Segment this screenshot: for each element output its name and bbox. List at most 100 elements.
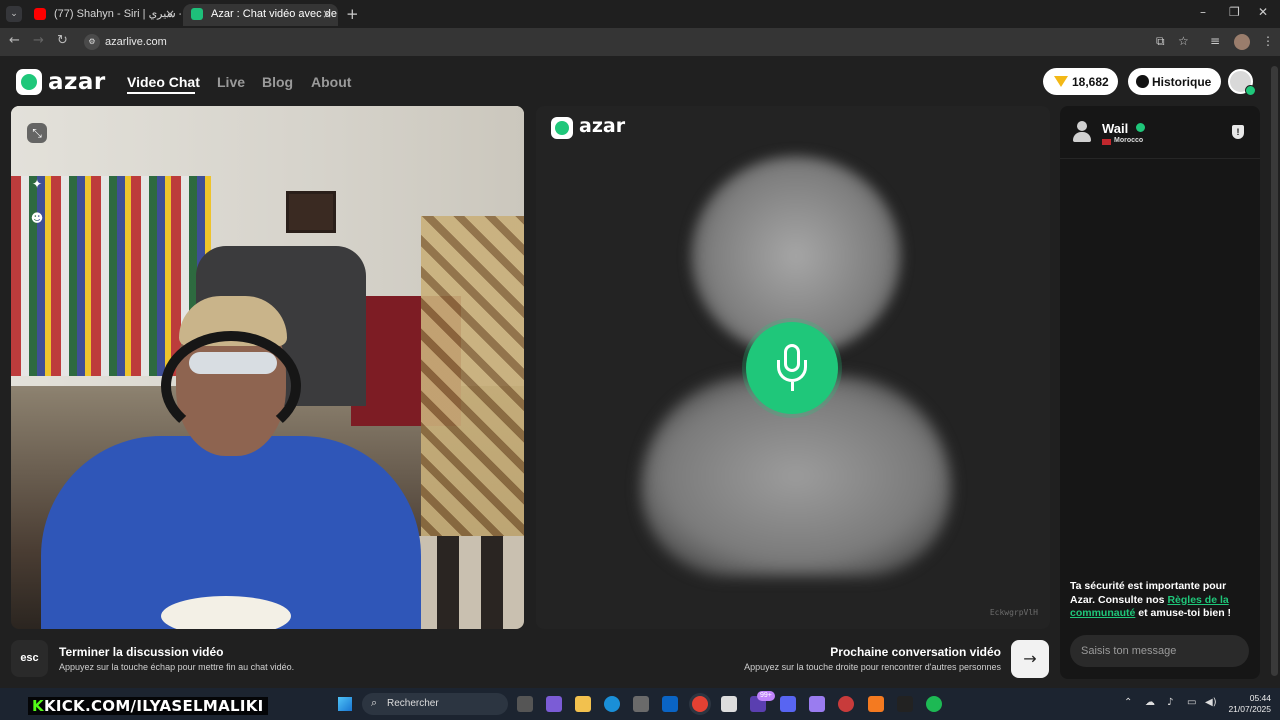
safety-text-end: et amuse-toi bien ! [1135,607,1232,619]
active-nav-underline [127,92,195,94]
copilot-icon[interactable] [546,696,562,712]
system-clock[interactable]: 05:44 21/07/2025 [1227,693,1271,715]
end-chat-title: Terminer la discussion vidéo [59,645,224,659]
tray-mic-icon[interactable]: ♪ [1167,697,1173,708]
history-button[interactable]: Historique [1128,68,1221,95]
verified-badge-icon [1136,123,1145,132]
tray-display-icon[interactable]: ▭ [1187,697,1196,708]
logo-text: azar [48,69,106,95]
partner-name[interactable]: Wail [1102,121,1128,136]
back-icon[interactable]: ← [9,33,20,48]
end-chat-button[interactable]: esc [11,640,48,677]
app-icon-red[interactable] [838,696,854,712]
browser-menu-icon[interactable]: ⋮ [1262,34,1274,48]
face-filter-icon[interactable]: ☻ [27,208,47,228]
minimize-camera-icon[interactable]: ⤡ [27,123,47,143]
store-icon[interactable] [633,696,649,712]
app-icon-orange[interactable] [868,696,884,712]
tab-search-icon[interactable]: ⌄ [6,6,22,22]
task-view-icon[interactable] [517,696,533,712]
kick-k: K [32,697,44,715]
azar-logo-icon [16,69,42,95]
profile-avatar[interactable] [1234,34,1250,50]
kick-url: KICK.COM/ILYASELMALIKI [43,697,264,715]
next-chat-button[interactable]: → [1011,640,1049,678]
bookmark-star-icon[interactable]: ☆ [1178,34,1189,48]
clock-date: 21/07/2025 [1228,704,1271,714]
tray-chevron-icon[interactable]: ⌃ [1124,697,1132,708]
microphone-icon[interactable] [746,322,838,414]
stream-overlay-banner: KKICK.COM/ILYASELMALIKI [28,697,268,715]
windows-taskbar: KKICK.COM/ILYASELMALIKI ⌕ Rechercher 99+… [0,688,1280,720]
address-bar[interactable]: azarlive.com [105,36,167,48]
gems-balance-button[interactable]: 18,682 [1043,68,1118,95]
tab-youtube[interactable]: (77) Shahyn - Siri | شاهين - سيري × [26,4,181,26]
outlook-icon[interactable] [662,696,678,712]
azar-logo-icon [551,117,573,139]
browser-tab-strip: ⌄ (77) Shahyn - Siri | شاهين - سيري × Az… [0,0,1280,28]
next-chat-subtitle: Appuyez sur la touche droite pour rencon… [744,662,1001,672]
close-window-icon[interactable]: ✕ [1258,5,1268,19]
nav-video-chat[interactable]: Video Chat [127,74,200,90]
tab-title: Azar : Chat vidéo avec de n [211,8,338,20]
local-camera-view: ⤡ ✦ ☻ [11,106,524,629]
history-label: Historique [1152,75,1212,89]
site-info-icon[interactable]: ⚙ [84,34,100,50]
tray-network-icon[interactable]: ☁ [1145,697,1155,708]
nav-live[interactable]: Live [217,74,245,90]
gems-count: 18,682 [1072,75,1109,89]
taskbar-search[interactable]: ⌕ Rechercher [362,693,508,715]
end-chat-subtitle: Appuyez sur la touche échap pour mettre … [59,662,295,672]
clock-time: 05:44 [1249,693,1271,703]
file-explorer-icon[interactable] [575,696,591,712]
chat-panel: Wail Morocco ! Ta sécurité est important… [1060,106,1260,679]
nav-blog[interactable]: Blog [262,74,293,90]
close-tab-icon[interactable]: × [165,4,175,24]
install-app-icon[interactable]: ⧉ [1156,34,1165,49]
close-tab-icon[interactable]: × [322,4,332,24]
forward-icon[interactable]: → [33,33,44,48]
next-chat-title: Prochaine conversation vidéo [830,645,1001,659]
browser-toolbar: ← → ↻ ⚙ azarlive.com ⧉ ☆ ≡ ⋮ [0,28,1280,56]
notification-badge: 99+ [757,691,775,701]
discord-icon[interactable] [780,696,796,712]
spotify-icon[interactable] [926,696,942,712]
tray-volume-icon[interactable]: ◀) [1205,697,1217,708]
report-shield-icon[interactable]: ! [1232,125,1244,139]
camera-armchair [421,216,524,546]
search-icon: ⌕ [371,696,378,709]
session-id: EckwgrpVlH [989,608,1038,617]
nav-about[interactable]: About [311,74,351,90]
partner-country: Morocco [1114,137,1144,144]
youtube-icon [34,8,46,20]
user-avatar[interactable] [1228,69,1256,96]
window-app-icon[interactable] [721,696,737,712]
message-input[interactable] [1070,635,1249,667]
country-flag-icon [1102,139,1111,145]
azar-favicon-icon [191,8,203,20]
chat-header-divider [1060,158,1260,159]
new-tab-icon[interactable]: + [346,5,359,23]
tab-title: (77) Shahyn - Siri | شاهين - سيري [54,8,181,20]
restore-icon[interactable]: ❐ [1229,5,1240,19]
gem-icon [1054,76,1068,87]
mic-arc [777,360,807,382]
camera-picture-frame [286,191,336,233]
tab-azar[interactable]: Azar : Chat vidéo avec de n × [183,4,338,26]
camera-plate [161,596,291,629]
windows-start-icon[interactable] [338,697,352,711]
tab-groups-icon[interactable]: ≡ [1210,34,1220,48]
camera-person-headset [161,331,301,441]
minimize-icon[interactable]: – [1200,5,1206,19]
reload-icon[interactable]: ↻ [57,33,68,48]
page-scrollbar[interactable] [1271,66,1278,676]
effects-sparkle-icon[interactable]: ✦ [27,174,47,194]
chrome-icon[interactable] [692,696,708,712]
edge-icon[interactable] [604,696,620,712]
remote-video-view: azar EckwgrpVlH [536,106,1050,629]
search-placeholder: Rechercher [387,698,439,709]
remote-logo-text: azar [579,115,626,137]
gamepad-icon[interactable] [809,696,825,712]
app-icon-dark[interactable] [897,696,913,712]
mic-stem [791,382,794,391]
